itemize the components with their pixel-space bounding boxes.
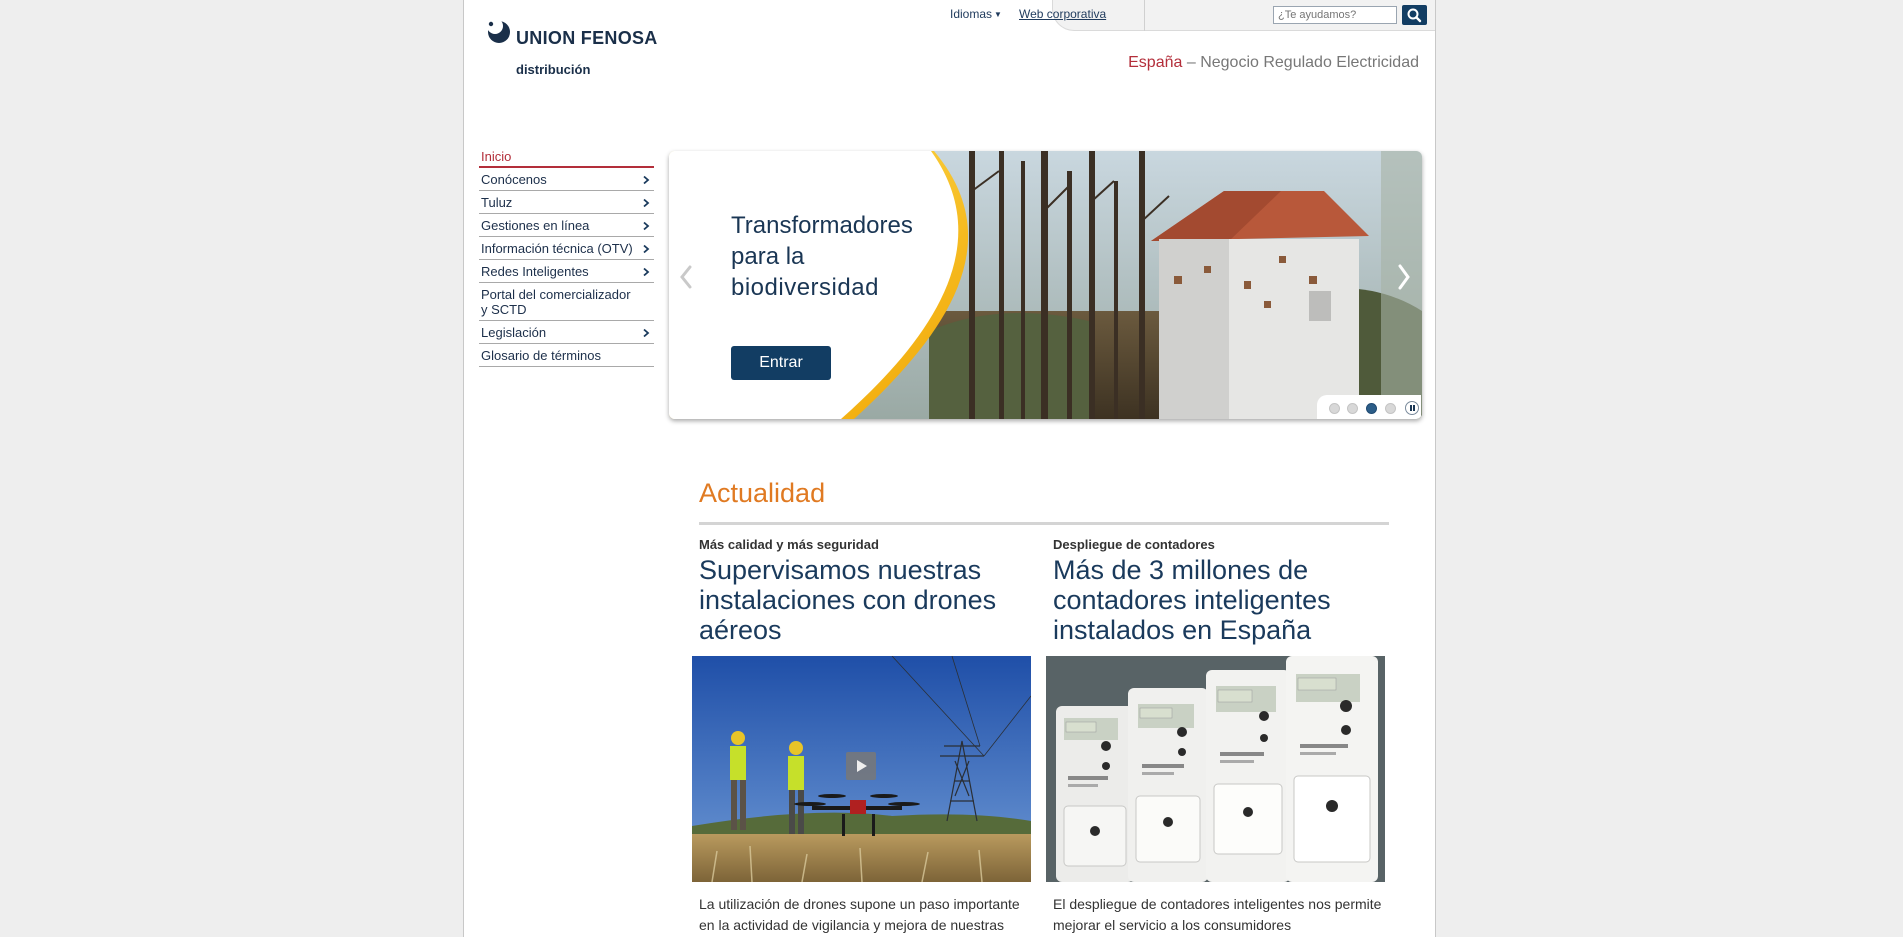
sidebar-nav: Inicio Conócenos Tuluz Gestiones en líne… — [479, 149, 654, 367]
pause-icon[interactable] — [1405, 401, 1419, 415]
utility-divider — [1144, 0, 1145, 31]
sidebar-item-redes-inteligentes[interactable]: Redes Inteligentes — [479, 260, 654, 283]
smart-meters-photo — [1046, 656, 1385, 882]
carousel-dot[interactable] — [1347, 403, 1358, 414]
news-article: Más calidad y más seguridad Supervisamos… — [692, 537, 1032, 933]
search-icon — [1407, 8, 1422, 23]
carousel-next-arrow-icon[interactable] — [1395, 263, 1413, 291]
news-image[interactable] — [1046, 656, 1385, 882]
sidebar-item-label: Tuluz — [481, 195, 513, 210]
corporate-web-link[interactable]: Web corporativa — [1019, 7, 1106, 21]
chevron-right-icon — [643, 267, 650, 277]
play-video-icon[interactable] — [846, 752, 876, 780]
hero-title-line: Transformadores — [731, 212, 913, 239]
hero-title: Transformadores para la biodiversidad — [731, 210, 913, 303]
sidebar-item-label: Redes Inteligentes — [481, 264, 589, 279]
news-summary: El despliegue de contadores inteligentes… — [1053, 896, 1382, 933]
news-title-link[interactable]: Supervisamos nuestras instalaciones con … — [699, 555, 1032, 645]
section-divider — [699, 522, 1389, 525]
sidebar-item-inicio[interactable]: Inicio — [479, 149, 654, 168]
chevron-down-icon: ▼ — [994, 10, 1002, 19]
carousel-dot-active[interactable] — [1366, 403, 1377, 414]
carousel-pagination — [1317, 395, 1421, 419]
sidebar-item-informacion-tecnica[interactable]: Información técnica (OTV) — [479, 237, 654, 260]
languages-label: Idiomas — [950, 7, 993, 21]
news-kicker: Despliegue de contadores — [1053, 537, 1215, 552]
tagline-separator: – — [1186, 54, 1196, 71]
sidebar-item-label: Información técnica (OTV) — [481, 241, 633, 256]
logo-subtitle: distribución — [516, 62, 591, 77]
carousel-dot[interactable] — [1329, 403, 1340, 414]
logo-mark-icon — [487, 18, 510, 43]
carousel-dot[interactable] — [1385, 403, 1396, 414]
news-summary: La utilización de drones supone un paso … — [699, 896, 1020, 933]
sidebar-item-conocenos[interactable]: Conócenos — [479, 168, 654, 191]
news-kicker: Más calidad y más seguridad — [699, 537, 879, 552]
hero-enter-button[interactable]: Entrar — [731, 346, 831, 380]
carousel-prev-arrow-icon[interactable] — [677, 264, 695, 290]
sidebar-item-label: Legislación — [481, 325, 547, 340]
hero-title-line: para la — [731, 243, 805, 270]
logo[interactable]: UNION FENOSA distribución — [486, 18, 658, 82]
sidebar-item-label: Conócenos — [481, 172, 547, 187]
tagline-country: España — [1128, 54, 1183, 71]
chevron-right-icon — [643, 328, 650, 338]
search-input[interactable] — [1273, 6, 1397, 24]
hero-carousel: Transformadores para la biodiversidad En… — [669, 151, 1422, 419]
languages-dropdown[interactable]: Idiomas ▼ — [950, 7, 1002, 21]
chevron-right-icon — [643, 221, 650, 231]
tagline: España – Negocio Regulado Electricidad — [1128, 54, 1419, 72]
sidebar-item-gestiones[interactable]: Gestiones en línea — [479, 214, 654, 237]
sidebar-item-portal-comercializador[interactable]: Portal del comercializador y SCTD — [479, 283, 654, 321]
chevron-right-icon — [643, 244, 650, 254]
sidebar-item-label: Glosario de términos — [481, 348, 601, 363]
news-image[interactable] — [692, 656, 1031, 882]
sidebar-item-legislacion[interactable]: Legislación — [479, 321, 654, 344]
page: UNION FENOSA distribución Idiomas ▼ Web c… — [463, 0, 1436, 937]
news-article: Despliegue de contadores Más de 3 millon… — [1046, 537, 1386, 933]
section-title: Actualidad — [699, 478, 826, 508]
tagline-business: Negocio Regulado Electricidad — [1200, 54, 1419, 71]
search-button[interactable] — [1402, 5, 1427, 25]
logo-name: UNION FENOSA — [516, 28, 658, 48]
sidebar-item-label: Gestiones en línea — [481, 218, 590, 233]
sidebar-item-label: Portal del comercializador y SCTD — [481, 287, 631, 317]
hero-title-line: biodiversidad — [731, 274, 879, 301]
chevron-right-icon — [643, 198, 650, 208]
sidebar-item-tuluz[interactable]: Tuluz — [479, 191, 654, 214]
news-title-link[interactable]: Más de 3 millones de contadores intelige… — [1053, 555, 1386, 645]
chevron-right-icon — [643, 175, 650, 185]
sidebar-item-glosario[interactable]: Glosario de términos — [479, 344, 654, 367]
